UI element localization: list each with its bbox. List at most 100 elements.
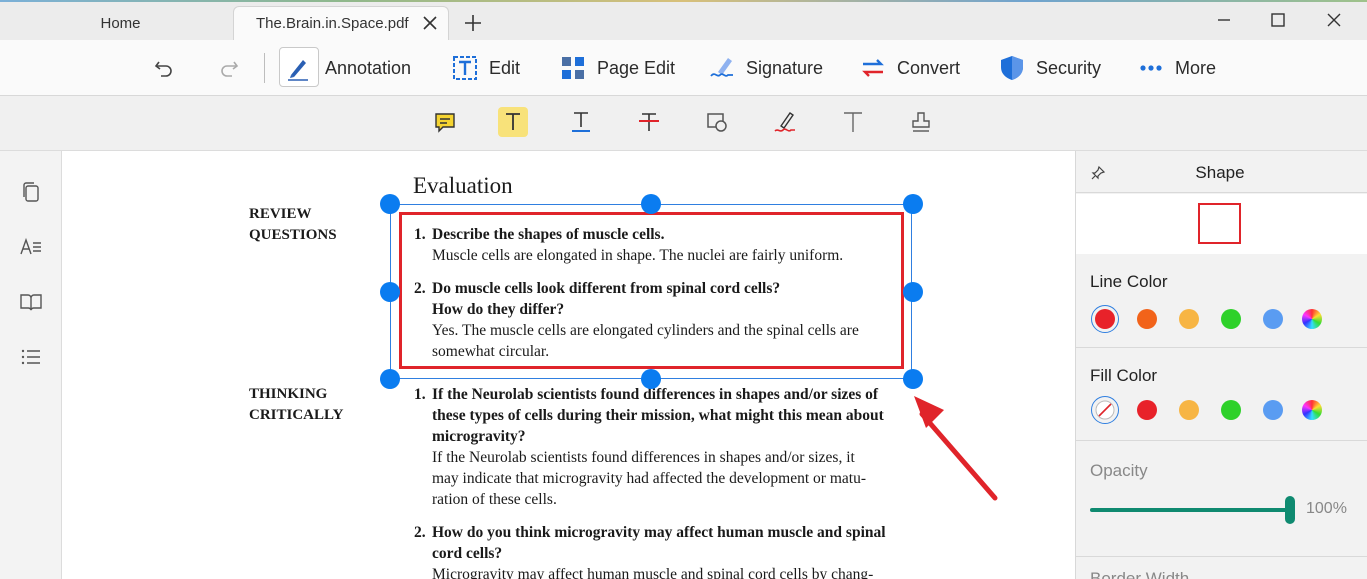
thinking-label-line-2: CRITICALLY — [249, 407, 344, 423]
border-width-label: Border Width — [1090, 569, 1190, 579]
resize-handle-top-left[interactable] — [380, 194, 400, 214]
resize-handle-right[interactable] — [903, 282, 923, 302]
close-window-icon[interactable] — [1324, 10, 1344, 30]
security-button[interactable]: Security — [998, 40, 1101, 96]
line-color-blue[interactable] — [1263, 309, 1283, 329]
edit-button[interactable]: Edit — [451, 40, 520, 96]
more-button[interactable]: More — [1137, 40, 1216, 96]
shape-preview — [1076, 194, 1367, 254]
question-text: cord cells? — [432, 545, 503, 562]
fill-color-green[interactable] — [1221, 400, 1241, 420]
question-text: these types of cells during their missio… — [432, 407, 884, 424]
fill-color-label: Fill Color — [1090, 366, 1158, 385]
line-color-picker-icon[interactable] — [1302, 309, 1322, 329]
question-text: If the Neurolab scientists found differe… — [432, 386, 879, 403]
shield-icon — [1001, 56, 1023, 80]
pencil-tool[interactable] — [770, 107, 800, 137]
strikethrough-text-icon — [639, 113, 659, 131]
minimize-icon[interactable] — [1214, 10, 1234, 30]
answer-text: may indicate that microgravity had affec… — [432, 470, 866, 487]
no-fill-icon[interactable] — [1095, 400, 1115, 420]
highlight-tool[interactable] — [498, 107, 528, 137]
document-viewport[interactable]: Evaluation REVIEW QUESTIONS 1. Describe … — [62, 151, 1075, 579]
toolbar-separator — [264, 53, 265, 83]
line-color-yellow[interactable] — [1179, 309, 1199, 329]
tab-document-label: The.Brain.in.Space.pdf — [256, 15, 409, 32]
question-text: microgravity? — [432, 428, 526, 445]
pages-icon[interactable] — [19, 180, 43, 204]
book-icon[interactable] — [19, 290, 43, 314]
note-tool[interactable] — [430, 107, 460, 137]
line-color-label: Line Color — [1090, 272, 1168, 291]
resize-handle-bottom-left[interactable] — [380, 369, 400, 389]
fill-color-blue[interactable] — [1263, 400, 1283, 420]
strikethrough-tool[interactable] — [634, 107, 664, 137]
thinking-critically-label: THINKING CRITICALLY — [249, 384, 389, 426]
shape-preview-square — [1198, 203, 1241, 244]
edit-text-icon — [453, 56, 477, 80]
fill-color-yellow[interactable] — [1179, 400, 1199, 420]
text-tool[interactable] — [838, 107, 868, 137]
close-tab-icon[interactable] — [422, 15, 438, 31]
new-tab-icon[interactable] — [462, 12, 484, 34]
tab-home[interactable]: Home — [8, 6, 233, 40]
text-outline-icon[interactable] — [19, 235, 43, 259]
annotation-button[interactable]: Annotation — [284, 40, 411, 96]
left-sidebar — [0, 151, 62, 579]
top-strip — [0, 0, 1367, 2]
signature-button[interactable]: Signature — [708, 40, 823, 96]
highlight-text-icon — [506, 113, 520, 130]
underline-text-icon — [572, 112, 590, 132]
more-label: More — [1175, 57, 1217, 78]
resize-handle-top-right[interactable] — [903, 194, 923, 214]
signature-pen-icon — [710, 58, 733, 77]
list-icon[interactable] — [19, 345, 43, 369]
fill-color-section: Fill Color — [1076, 348, 1367, 441]
resize-handle-left[interactable] — [380, 282, 400, 302]
shape-properties-panel: Shape Line Color Fill Color Opacity 100%… — [1075, 151, 1367, 579]
question-number: 2. — [414, 524, 426, 541]
pencil-icon — [774, 112, 795, 132]
maximize-icon[interactable] — [1268, 10, 1288, 30]
convert-label: Convert — [897, 57, 961, 78]
fill-color-picker-icon[interactable] — [1302, 400, 1322, 420]
edit-label: Edit — [489, 57, 521, 78]
convert-button[interactable]: Convert — [859, 40, 960, 96]
line-color-red[interactable] — [1095, 309, 1115, 329]
opacity-slider-handle[interactable] — [1285, 496, 1295, 524]
stamp-tool[interactable] — [906, 107, 936, 137]
answer-text: Microgravity may affect human muscle and… — [432, 566, 874, 579]
resize-handle-top[interactable] — [641, 194, 661, 214]
convert-arrows-icon — [862, 59, 884, 77]
answer-text: ration of these cells. — [432, 491, 557, 508]
title-bar: Home The.Brain.in.Space.pdf — [0, 0, 1367, 40]
opacity-slider-track[interactable] — [1090, 508, 1292, 512]
shape-icon — [707, 113, 727, 132]
tab-document[interactable]: The.Brain.in.Space.pdf — [233, 6, 449, 40]
tab-home-label: Home — [100, 14, 141, 32]
question-number: 1. — [414, 386, 426, 403]
redo-icon[interactable] — [218, 57, 240, 79]
line-color-green[interactable] — [1221, 309, 1241, 329]
fill-color-red[interactable] — [1137, 400, 1157, 420]
line-color-orange[interactable] — [1137, 309, 1157, 329]
line-color-section: Line Color — [1076, 254, 1367, 348]
review-label-line-2: QUESTIONS — [249, 227, 337, 243]
review-label-line-1: REVIEW — [249, 206, 312, 222]
opacity-value: 100% — [1306, 500, 1347, 517]
opacity-section: Opacity — [1076, 441, 1367, 557]
rectangle-annotation[interactable] — [399, 212, 904, 369]
thinking-question-1: 1. If the Neurolab scientists found diff… — [414, 384, 934, 510]
undo-icon[interactable] — [153, 57, 175, 79]
signature-label: Signature — [746, 57, 824, 78]
pdf-page: Evaluation REVIEW QUESTIONS 1. Describe … — [62, 151, 1075, 579]
thinking-label-line-1: THINKING — [249, 386, 328, 402]
resize-handle-bottom[interactable] — [641, 369, 661, 389]
opacity-label: Opacity — [1090, 461, 1148, 480]
page-edit-button[interactable]: Page Edit — [559, 40, 675, 96]
panel-header: Shape — [1076, 151, 1367, 193]
shape-tool[interactable] — [702, 107, 732, 137]
answer-text: If the Neurolab scientists found differe… — [432, 449, 855, 466]
underline-tool[interactable] — [566, 107, 596, 137]
page-grid-icon — [562, 57, 584, 79]
